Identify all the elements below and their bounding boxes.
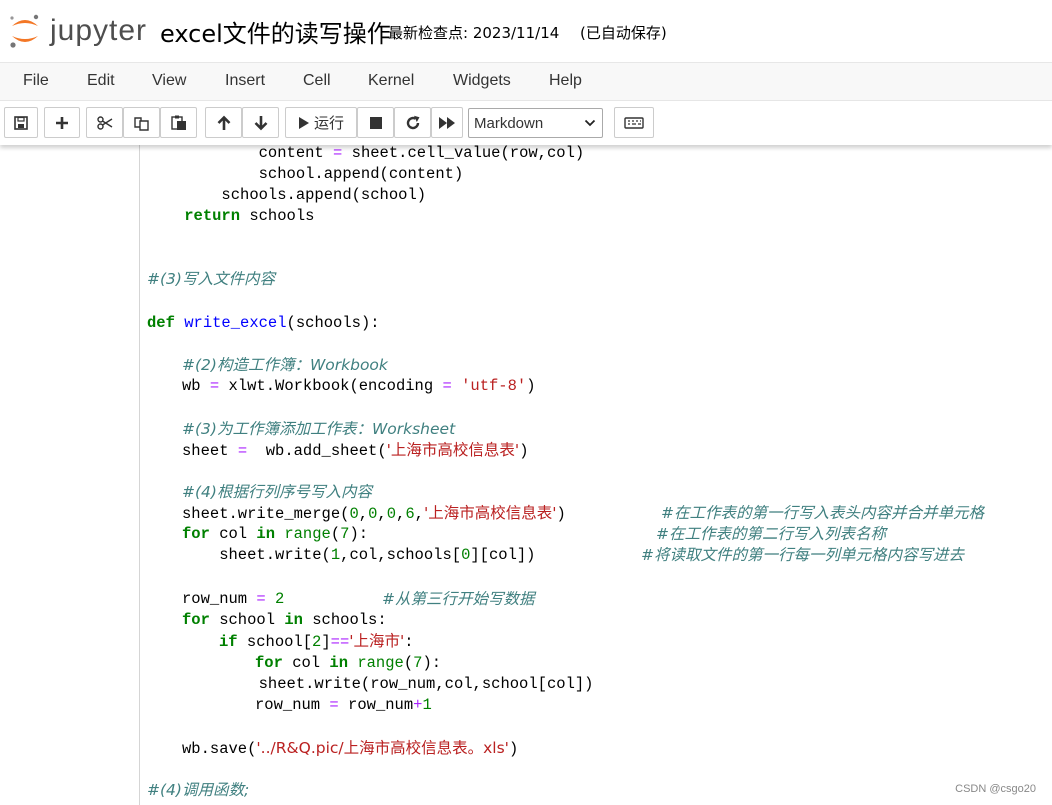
menu-cell[interactable]: Cell xyxy=(303,72,331,90)
code-line: for col in range(7): xyxy=(182,525,369,543)
cut-button[interactable] xyxy=(86,107,123,138)
comment-line: #在工作表的第二行写入列表名称 xyxy=(656,525,886,543)
run-all-button[interactable] xyxy=(431,107,463,138)
copy-icon xyxy=(133,116,149,131)
jupyter-logo[interactable]: jupyter xyxy=(8,12,148,50)
code-line: sheet.write(1,col,schools[0][col]) xyxy=(182,546,536,564)
save-button[interactable] xyxy=(4,107,38,138)
code-line: wb.save('../R&Q.pic/上海市高校信息表。xls') xyxy=(182,739,519,758)
plus-icon xyxy=(56,116,68,129)
menu-insert[interactable]: Insert xyxy=(225,72,265,90)
comment-line: #(4)调用函数; xyxy=(147,781,250,799)
keyboard-icon xyxy=(624,116,644,129)
code-line: row_num = 2 xyxy=(182,590,285,608)
comment-line: #将读取文件的第一行每一列单元格内容写进去 xyxy=(641,546,964,564)
arrow-up-icon xyxy=(217,115,230,130)
play-icon xyxy=(298,116,309,129)
notebook-header: jupyter excel文件的读写操作 最新检查点: 2023/11/14 (… xyxy=(0,0,1052,62)
cell-type-select[interactable]: Markdown xyxy=(468,108,603,138)
cut-icon xyxy=(96,115,112,130)
comment-line: #在工作表的第一行写入表头内容并合并单元格 xyxy=(661,504,984,522)
code-line: for col in range(7): xyxy=(255,654,442,672)
menu-edit[interactable]: Edit xyxy=(87,72,115,90)
command-palette-button[interactable] xyxy=(614,107,654,138)
insert-cell-button[interactable] xyxy=(44,107,80,138)
paste-icon xyxy=(170,115,186,130)
code-line: return schools xyxy=(184,207,315,225)
logo-text: jupyter xyxy=(50,14,148,47)
autosave-status: (已自动保存) xyxy=(580,24,667,42)
code-line: school.append(content) xyxy=(147,165,464,183)
move-up-button[interactable] xyxy=(205,107,242,138)
code-line: sheet.write(row_num,col,school[col]) xyxy=(147,675,594,693)
code-line: for school in schools: xyxy=(182,611,387,629)
restart-icon xyxy=(406,115,419,129)
menu-widgets[interactable]: Widgets xyxy=(453,72,511,90)
comment-line: #(4)根据行列序号写入内容 xyxy=(182,483,372,501)
menu-help[interactable]: Help xyxy=(549,72,582,90)
comment-line: #(3)写入文件内容 xyxy=(147,270,275,288)
move-down-button[interactable] xyxy=(242,107,279,138)
save-icon xyxy=(14,115,28,130)
notebook-container: content = sheet.cell_value(row,col) scho… xyxy=(0,145,1052,805)
code-line: sheet = wb.add_sheet('上海市高校信息表') xyxy=(182,441,529,460)
code-line: schools.append(school) xyxy=(147,186,427,204)
comment-line: #从第三行开始写数据 xyxy=(382,590,535,608)
checkpoint-status: 最新检查点: 2023/11/14 xyxy=(388,24,560,42)
paste-button[interactable] xyxy=(160,107,197,138)
comment-line: #(2)构造工作簿：Workbook xyxy=(182,356,388,374)
code-line: content = sheet.cell_value(row,col) xyxy=(147,145,585,162)
interrupt-button[interactable] xyxy=(357,107,394,138)
code-line: def write_excel(schools): xyxy=(147,314,380,332)
restart-button[interactable] xyxy=(394,107,431,138)
comment-line: #(3)为工作簿添加工作表：Worksheet xyxy=(182,420,456,438)
chevron-down-icon xyxy=(584,119,596,127)
menubar: File Edit View Insert Cell Kernel Widget… xyxy=(0,62,1052,101)
arrow-down-icon xyxy=(254,115,267,130)
fast-forward-icon xyxy=(439,116,455,129)
code-line: wb = xlwt.Workbook(encoding = 'utf-8') xyxy=(182,377,536,395)
menu-kernel[interactable]: Kernel xyxy=(368,72,414,90)
jupyter-logo-icon xyxy=(10,14,39,48)
code-line: sheet.write_merge(0,0,0,6,'上海市高校信息表') xyxy=(182,504,566,523)
copy-button[interactable] xyxy=(123,107,160,138)
stop-icon xyxy=(369,116,382,129)
cell-prompt-area xyxy=(0,145,139,805)
code-line: if school[2]=='上海市': xyxy=(219,632,414,651)
notebook-title[interactable]: excel文件的读写操作 xyxy=(160,14,391,49)
run-label: 运行 xyxy=(313,114,344,132)
code-line: row_num = row_num+1 xyxy=(255,696,432,714)
cell-type-value: Markdown xyxy=(474,114,544,132)
menu-view[interactable]: View xyxy=(152,72,186,90)
watermark: CSDN @csgo20 xyxy=(955,783,1036,795)
cell-border xyxy=(139,145,140,805)
run-button[interactable]: 运行 xyxy=(285,107,357,138)
menu-file[interactable]: File xyxy=(23,72,49,90)
